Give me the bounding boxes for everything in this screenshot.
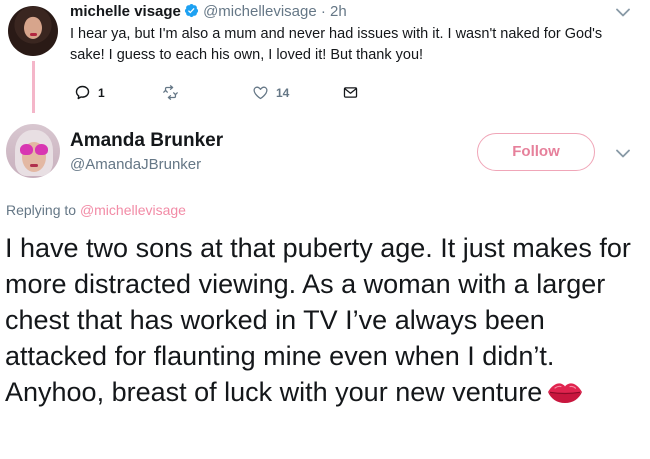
retweet-icon [163, 85, 178, 100]
retweet-button[interactable] [162, 84, 179, 101]
parent-timestamp[interactable]: 2h [330, 3, 347, 20]
replying-to-line: Replying to @michellevisage [6, 202, 186, 218]
avatar-amanda[interactable] [6, 124, 60, 178]
parent-tweet-actions: 1 14 [70, 84, 370, 102]
kiss-mark-icon [548, 383, 583, 403]
like-count: 14 [276, 85, 290, 100]
parent-tweet: michelle visage @michellevisage · 2h I h… [0, 0, 650, 113]
main-display-name[interactable]: Amanda Brunker [70, 130, 223, 152]
parent-handle[interactable]: @michellevisage [203, 3, 317, 20]
verified-badge-icon [184, 3, 198, 18]
chevron-down-icon[interactable] [616, 8, 630, 17]
parent-display-name[interactable]: michelle visage [70, 3, 181, 20]
like-button[interactable]: 14 [252, 84, 289, 101]
main-tweet-text: I have two sons at that puberty age. It … [5, 233, 631, 407]
reply-icon [75, 85, 90, 100]
reply-button[interactable]: 1 [74, 84, 105, 101]
parent-tweet-text: I hear ya, but I'm also a mum and never … [70, 26, 603, 63]
replying-prefix: Replying to [6, 202, 77, 218]
main-tweet-body: I have two sons at that puberty age. It … [5, 230, 645, 410]
header-separator: · [320, 3, 326, 20]
thread-connector-line [32, 61, 35, 113]
direct-message-button[interactable] [342, 84, 359, 101]
follow-button[interactable]: Follow [477, 133, 595, 171]
replying-to-mention[interactable]: @michellevisage [80, 202, 186, 218]
chevron-down-icon[interactable] [616, 149, 630, 158]
reply-count: 1 [98, 85, 105, 100]
parent-tweet-header: michelle visage @michellevisage · 2h [70, 3, 347, 20]
heart-icon [253, 86, 268, 100]
avatar-michelle[interactable] [8, 6, 58, 56]
main-handle[interactable]: @AmandaJBrunker [70, 156, 201, 173]
envelope-icon [343, 87, 358, 98]
